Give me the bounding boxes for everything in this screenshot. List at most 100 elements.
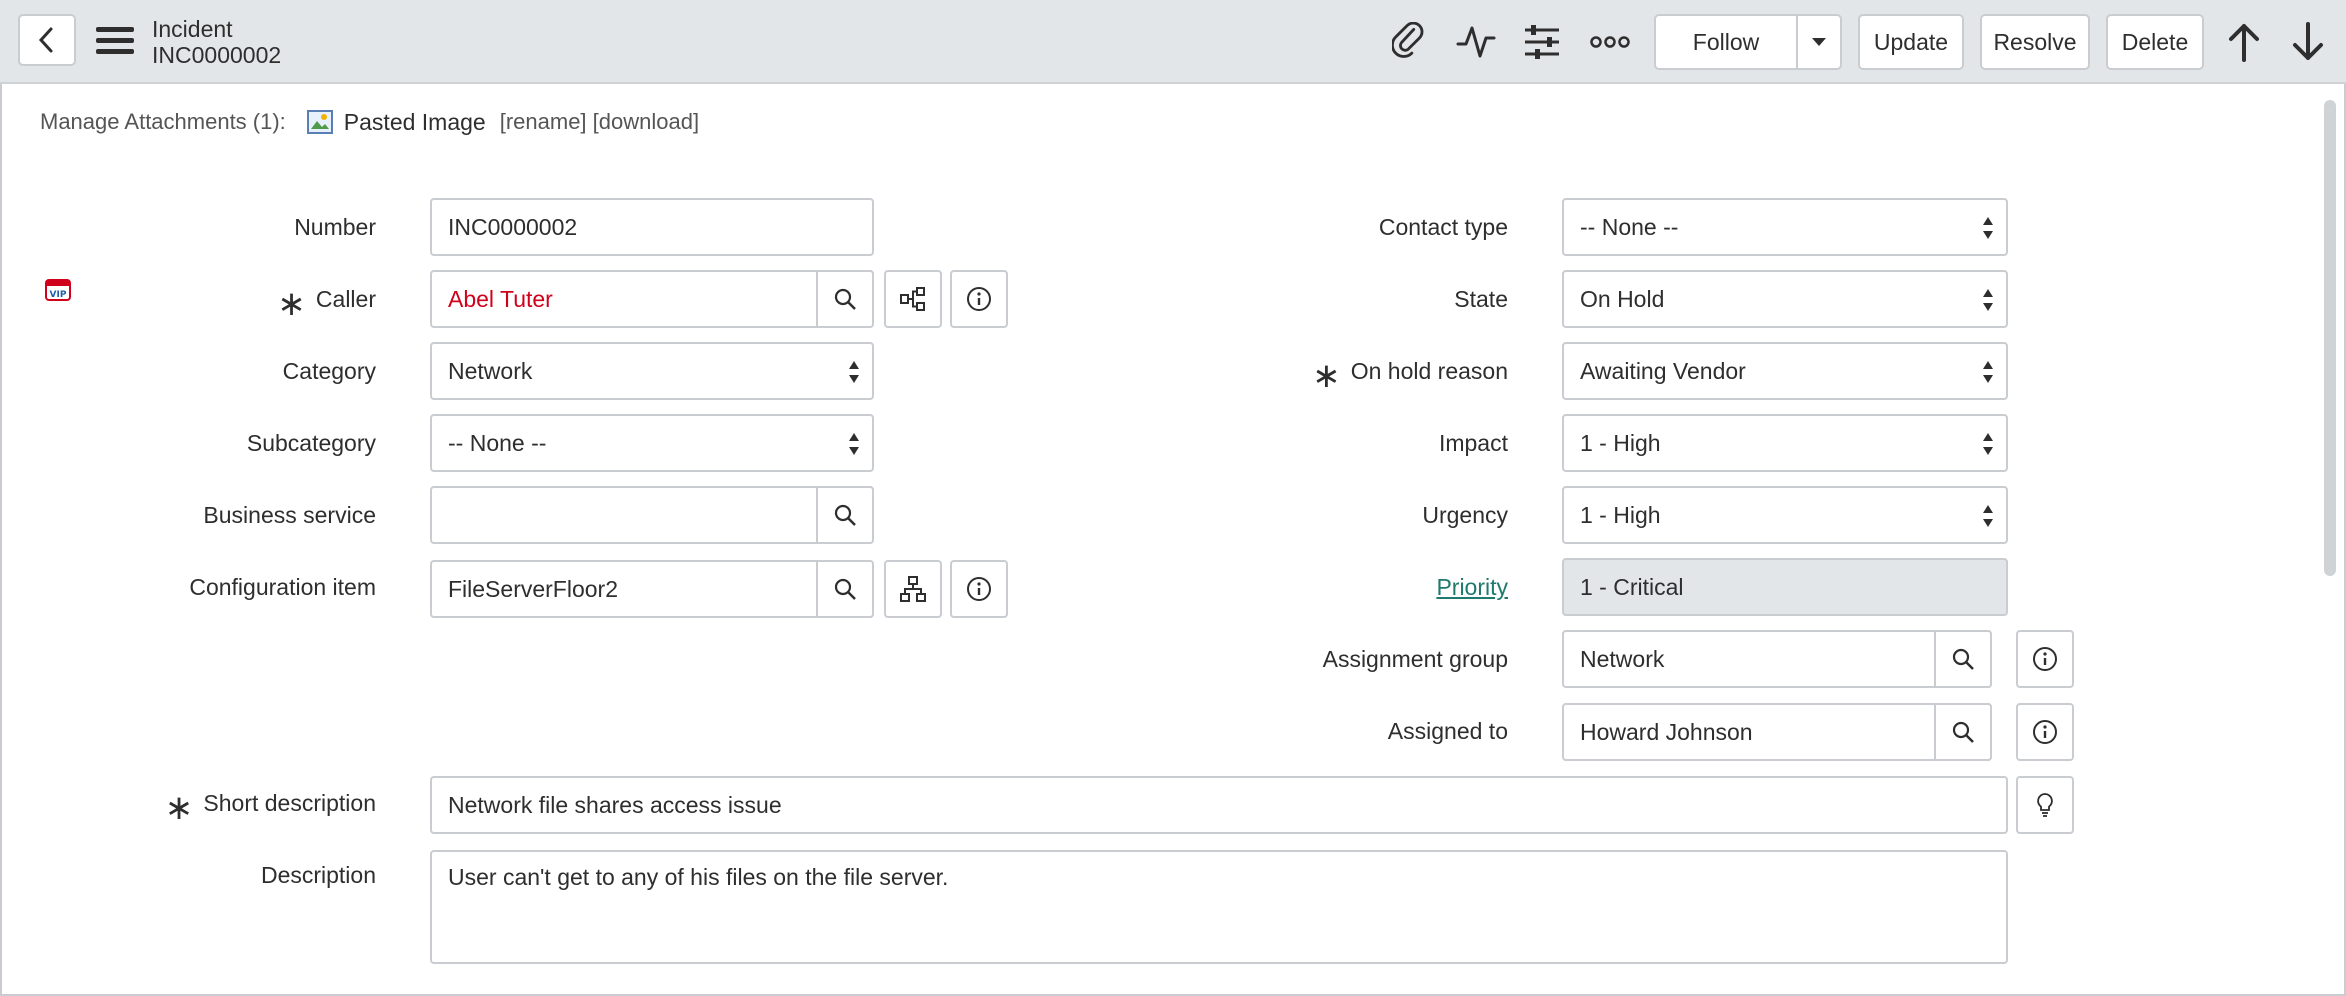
follow-button[interactable]: Follow: [1654, 14, 1798, 70]
scrollbar-thumb[interactable]: [2324, 100, 2336, 576]
configuration-item-info-button[interactable]: [950, 560, 1008, 618]
caller-dependency-button[interactable]: [884, 270, 942, 328]
magnifier-icon: [834, 578, 856, 600]
description-label: Description: [260, 862, 376, 888]
assignment-group-info-button[interactable]: [2016, 630, 2074, 688]
contact-type-value: -- None --: [1580, 213, 1679, 240]
category-select[interactable]: Network: [430, 342, 874, 400]
caller-field[interactable]: Abel Tuter: [430, 270, 874, 328]
attachment-actions[interactable]: [rename] [download]: [500, 109, 699, 135]
caller-info-button[interactable]: [950, 270, 1008, 328]
select-arrows-icon: [849, 361, 859, 383]
pulse-icon[interactable]: [1456, 22, 1496, 62]
select-arrows-icon: [1983, 217, 1993, 239]
impact-value: 1 - High: [1580, 429, 1661, 456]
sliders-icon[interactable]: [1522, 22, 1562, 62]
resolve-button[interactable]: Resolve: [1980, 14, 2090, 70]
priority-label-wrap: Priority: [1200, 574, 1508, 601]
number-field[interactable]: INC0000002: [430, 198, 874, 256]
urgency-label: Urgency: [1422, 502, 1508, 528]
priority-link[interactable]: Priority: [1436, 574, 1508, 600]
paperclip-icon[interactable]: [1390, 22, 1430, 62]
image-icon: [306, 108, 334, 136]
urgency-value: 1 - High: [1580, 501, 1661, 528]
select-arrows-icon: [1983, 505, 1993, 527]
impact-select[interactable]: 1 - High: [1562, 414, 2008, 472]
assigned-to-value: Howard Johnson: [1580, 718, 1753, 745]
subcategory-select[interactable]: -- None --: [430, 414, 874, 472]
info-icon: [967, 287, 991, 311]
number-label: Number: [294, 214, 376, 240]
configuration-item-label: Configuration item: [189, 574, 376, 600]
magnifier-icon: [834, 504, 856, 526]
caller-value: Abel Tuter: [448, 285, 553, 312]
attachments-row: Manage Attachments (1): Pasted Image [re…: [40, 108, 699, 136]
priority-value: 1 - Critical: [1580, 573, 1684, 600]
assignment-group-field[interactable]: Network: [1562, 630, 1992, 688]
assigned-to-lookup-button[interactable]: [1934, 703, 1992, 761]
description-textarea[interactable]: User can't get to any of his files on th…: [430, 850, 2008, 964]
hamburger-icon[interactable]: [96, 22, 134, 60]
resolve-label: Resolve: [1993, 28, 2077, 55]
short-description-label-wrap: ∗ Short description: [100, 790, 376, 825]
number-value: INC0000002: [448, 213, 578, 240]
caret-down-icon: [1812, 38, 1826, 46]
delete-label: Delete: [2121, 28, 2189, 55]
manage-attachments-link[interactable]: Manage Attachments (1):: [40, 109, 286, 135]
short-description-value: Network file shares access issue: [448, 791, 782, 818]
impact-label: Impact: [1438, 430, 1508, 456]
chevron-left-icon: [38, 27, 53, 53]
caller-label-wrap: ∗ Caller: [150, 286, 376, 321]
arrow-up-icon[interactable]: [2224, 20, 2264, 64]
required-icon: ∗: [1312, 357, 1341, 395]
on-hold-reason-select[interactable]: Awaiting Vendor: [1562, 342, 2008, 400]
lightbulb-icon: [2037, 793, 2053, 817]
on-hold-reason-label: On hold reason: [1350, 358, 1508, 384]
contact-type-label: Contact type: [1378, 214, 1508, 240]
select-arrows-icon: [849, 433, 859, 455]
follow-dropdown-button[interactable]: [1796, 14, 1842, 70]
form-header: Incident INC0000002 Follow Update Resolv…: [0, 0, 2346, 84]
contact-type-select[interactable]: -- None --: [1562, 198, 2008, 256]
configuration-item-tree-button[interactable]: [884, 560, 942, 618]
svg-text:VIP: VIP: [50, 290, 67, 300]
info-icon: [2033, 647, 2057, 671]
urgency-select[interactable]: 1 - High: [1562, 486, 2008, 544]
required-icon: ∗: [164, 789, 194, 827]
assignment-group-label: Assignment group: [1322, 646, 1508, 672]
magnifier-icon: [1952, 721, 1974, 743]
business-service-field[interactable]: [430, 486, 874, 544]
record-number-title: INC0000002: [152, 42, 282, 68]
update-button[interactable]: Update: [1858, 14, 1964, 70]
assignment-group-lookup-button[interactable]: [1934, 630, 1992, 688]
update-label: Update: [1873, 28, 1949, 55]
assigned-to-field[interactable]: Howard Johnson: [1562, 703, 1992, 761]
delete-button[interactable]: Delete: [2106, 14, 2204, 70]
category-value: Network: [448, 357, 533, 384]
assigned-to-info-button[interactable]: [2016, 703, 2074, 761]
back-button[interactable]: [18, 14, 76, 66]
info-icon: [2033, 720, 2057, 744]
dependency-map-icon: [900, 287, 925, 311]
caller-lookup-button[interactable]: [816, 270, 874, 328]
state-select[interactable]: On Hold: [1562, 270, 2008, 328]
state-label: State: [1454, 286, 1508, 312]
on-hold-reason-label-wrap: ∗ On hold reason: [1200, 358, 1508, 393]
attachment-file-name[interactable]: Pasted Image: [344, 109, 486, 136]
arrow-down-icon[interactable]: [2288, 20, 2328, 64]
configuration-item-field[interactable]: FileServerFloor2: [430, 560, 874, 618]
short-description-label: Short description: [203, 790, 376, 816]
configuration-item-lookup-button[interactable]: [816, 560, 874, 618]
required-icon: ∗: [277, 285, 306, 323]
configuration-item-value: FileServerFloor2: [448, 575, 618, 602]
state-value: On Hold: [1580, 285, 1665, 312]
short-description-field[interactable]: Network file shares access issue: [430, 776, 2008, 834]
hierarchy-icon: [900, 576, 926, 602]
assignment-group-value: Network: [1580, 645, 1665, 672]
business-service-lookup-button[interactable]: [816, 486, 874, 544]
suggestion-button[interactable]: [2016, 776, 2074, 834]
subcategory-value: -- None --: [448, 429, 547, 456]
business-service-label: Business service: [203, 502, 376, 528]
more-dots-icon[interactable]: [1588, 22, 1632, 62]
category-label: Category: [282, 358, 376, 384]
